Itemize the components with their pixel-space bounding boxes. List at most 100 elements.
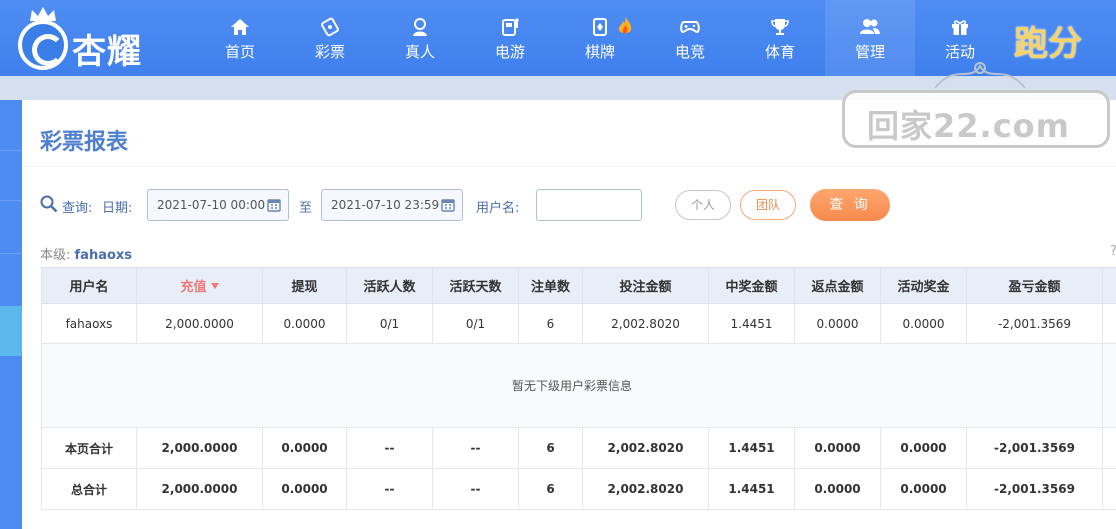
table-cell: 2,002.8020 xyxy=(582,427,709,469)
nav-item-lottery[interactable]: 彩票 xyxy=(285,0,375,76)
nav-label: 体育 xyxy=(764,43,795,61)
hot-flame-icon xyxy=(618,17,632,34)
table-cell: 2,002.8020 xyxy=(582,303,709,344)
table-row: fahaoxs 2,000.0000 0.0000 0/1 0/1 6 2,00… xyxy=(41,303,1116,344)
nav-item-sports[interactable]: 体育 xyxy=(735,0,825,76)
date-label: 日期: xyxy=(102,201,133,216)
table-cell: 0.0000 xyxy=(880,468,967,510)
nav-label: 电竞 xyxy=(674,43,705,61)
site-logo[interactable]: 杏耀 xyxy=(16,6,166,72)
nav-label: 首页 xyxy=(224,43,255,61)
level-user-link[interactable]: fahaoxs xyxy=(75,248,133,263)
level-label: 本级: xyxy=(40,248,71,263)
users-icon xyxy=(859,16,881,38)
nav-label: 管理 xyxy=(854,43,885,61)
table-cell: 2,000.0000 xyxy=(136,303,263,344)
personal-toggle-button[interactable]: 个人 xyxy=(675,190,731,220)
table-cell-profit: -2,001.3569 xyxy=(966,468,1103,510)
end-date-input[interactable]: 2021-07-10 23:59 xyxy=(321,189,463,221)
table-cell: 2,002.8020 xyxy=(582,468,709,510)
column-header: 投注金额 xyxy=(582,267,709,304)
table-cell: 0.0000 xyxy=(794,303,881,344)
nav-item-esports[interactable]: 电竞 xyxy=(645,0,735,76)
empty-state-message: 暂无下级用户彩票信息 xyxy=(41,343,1103,428)
table-cell-overflow xyxy=(1102,303,1116,344)
main-nav: 首页 彩票 真人 电游 棋牌 电竞 体育 管理 活动 xyxy=(195,0,1005,76)
title-divider xyxy=(22,166,1116,167)
empty-state-row: 暂无下级用户彩票信息 xyxy=(41,343,1116,428)
table-cell: 0/1 xyxy=(346,303,433,344)
nav-label: 电游 xyxy=(494,43,525,61)
query-button[interactable]: 查 询 xyxy=(810,189,890,221)
table-cell: 0.0000 xyxy=(880,303,967,344)
table-cell: 总合计 xyxy=(41,468,137,510)
side-divider xyxy=(0,150,22,151)
search-icon xyxy=(40,195,58,213)
table-cell: 6 xyxy=(518,303,583,344)
trophy-icon xyxy=(769,16,791,38)
column-header-label: 充值 xyxy=(180,280,207,295)
column-header: 中奖金额 xyxy=(708,267,795,304)
side-menu-item-active[interactable] xyxy=(0,306,22,356)
nav-label: 棋牌 xyxy=(584,43,615,61)
card-game-icon xyxy=(589,16,611,38)
nav-item-slots[interactable]: 电游 xyxy=(465,0,555,76)
nav-item-cards[interactable]: 棋牌 xyxy=(555,0,645,76)
watermark-ornament-icon xyxy=(934,62,1026,89)
edge-mark: ? xyxy=(1110,244,1116,259)
table-header-row: 用户名 充值 提现 活跃人数 活跃天数 注单数 投注金额 中奖金额 返点金额 活… xyxy=(41,267,1116,304)
table-cell: 0/1 xyxy=(432,303,519,344)
table-cell: -- xyxy=(346,468,433,510)
column-header: 盈亏金额 xyxy=(966,267,1103,304)
column-header: 活跃人数 xyxy=(346,267,433,304)
username-label: 用户名: xyxy=(476,201,520,216)
page-total-row: 本页合计 2,000.0000 0.0000 -- -- 6 2,002.802… xyxy=(41,427,1116,469)
calendar-icon[interactable] xyxy=(267,198,281,212)
column-header: 活动奖金 xyxy=(880,267,967,304)
column-header-overflow xyxy=(1102,267,1116,304)
nav-item-home[interactable]: 首页 xyxy=(195,0,285,76)
side-divider xyxy=(0,253,22,254)
nav-item-manage[interactable]: 管理 xyxy=(825,0,915,76)
end-date-value: 2021-07-10 23:59 xyxy=(331,198,440,212)
column-header: 注单数 xyxy=(518,267,583,304)
calendar-icon[interactable] xyxy=(441,198,455,212)
live-dealer-icon xyxy=(409,16,431,38)
current-level: 本级: fahaoxs xyxy=(40,244,132,263)
lottery-report-table: 用户名 充值 提现 活跃人数 活跃天数 注单数 投注金额 中奖金额 返点金额 活… xyxy=(41,267,1116,510)
nav-item-live[interactable]: 真人 xyxy=(375,0,465,76)
table-cell: 0.0000 xyxy=(794,468,881,510)
username-input[interactable] xyxy=(536,189,642,221)
watermark-badge: 回家22.com xyxy=(842,90,1110,148)
watermark-text: 回家22.com xyxy=(867,107,1070,145)
table-cell: 0.0000 xyxy=(262,303,347,344)
table-cell-overflow xyxy=(1102,468,1116,510)
table-cell: 0.0000 xyxy=(794,427,881,469)
column-header: 用户名 xyxy=(41,267,137,304)
table-cell-profit: -2,001.3569 xyxy=(966,427,1103,469)
table-cell-overflow xyxy=(1102,343,1116,428)
table-cell: 0.0000 xyxy=(880,427,967,469)
table-cell: 0.0000 xyxy=(262,468,347,510)
query-label: 查询: xyxy=(62,201,93,216)
table-cell-username[interactable]: fahaoxs xyxy=(41,303,137,344)
team-toggle-button[interactable]: 团队 xyxy=(740,190,796,220)
column-header-sortable[interactable]: 充值 xyxy=(136,267,263,304)
nav-label: 真人 xyxy=(404,43,435,61)
grand-total-row: 总合计 2,000.0000 0.0000 -- -- 6 2,002.8020… xyxy=(41,468,1116,510)
to-label: 至 xyxy=(299,201,313,216)
column-header: 提现 xyxy=(262,267,347,304)
table-cell: 1.4451 xyxy=(708,427,795,469)
page-title: 彩票报表 xyxy=(40,130,129,155)
side-menu-strip xyxy=(0,100,22,529)
column-header: 返点金额 xyxy=(794,267,881,304)
column-header: 活跃天数 xyxy=(432,267,519,304)
gift-icon xyxy=(949,16,971,38)
table-cell-overflow xyxy=(1102,427,1116,469)
start-date-value: 2021-07-10 00:00 xyxy=(157,198,266,212)
table-cell: -- xyxy=(432,468,519,510)
table-cell-profit: -2,001.3569 xyxy=(966,303,1103,344)
table-cell: 2,000.0000 xyxy=(136,427,263,469)
start-date-input[interactable]: 2021-07-10 00:00 xyxy=(147,189,289,221)
home-icon xyxy=(229,16,251,38)
